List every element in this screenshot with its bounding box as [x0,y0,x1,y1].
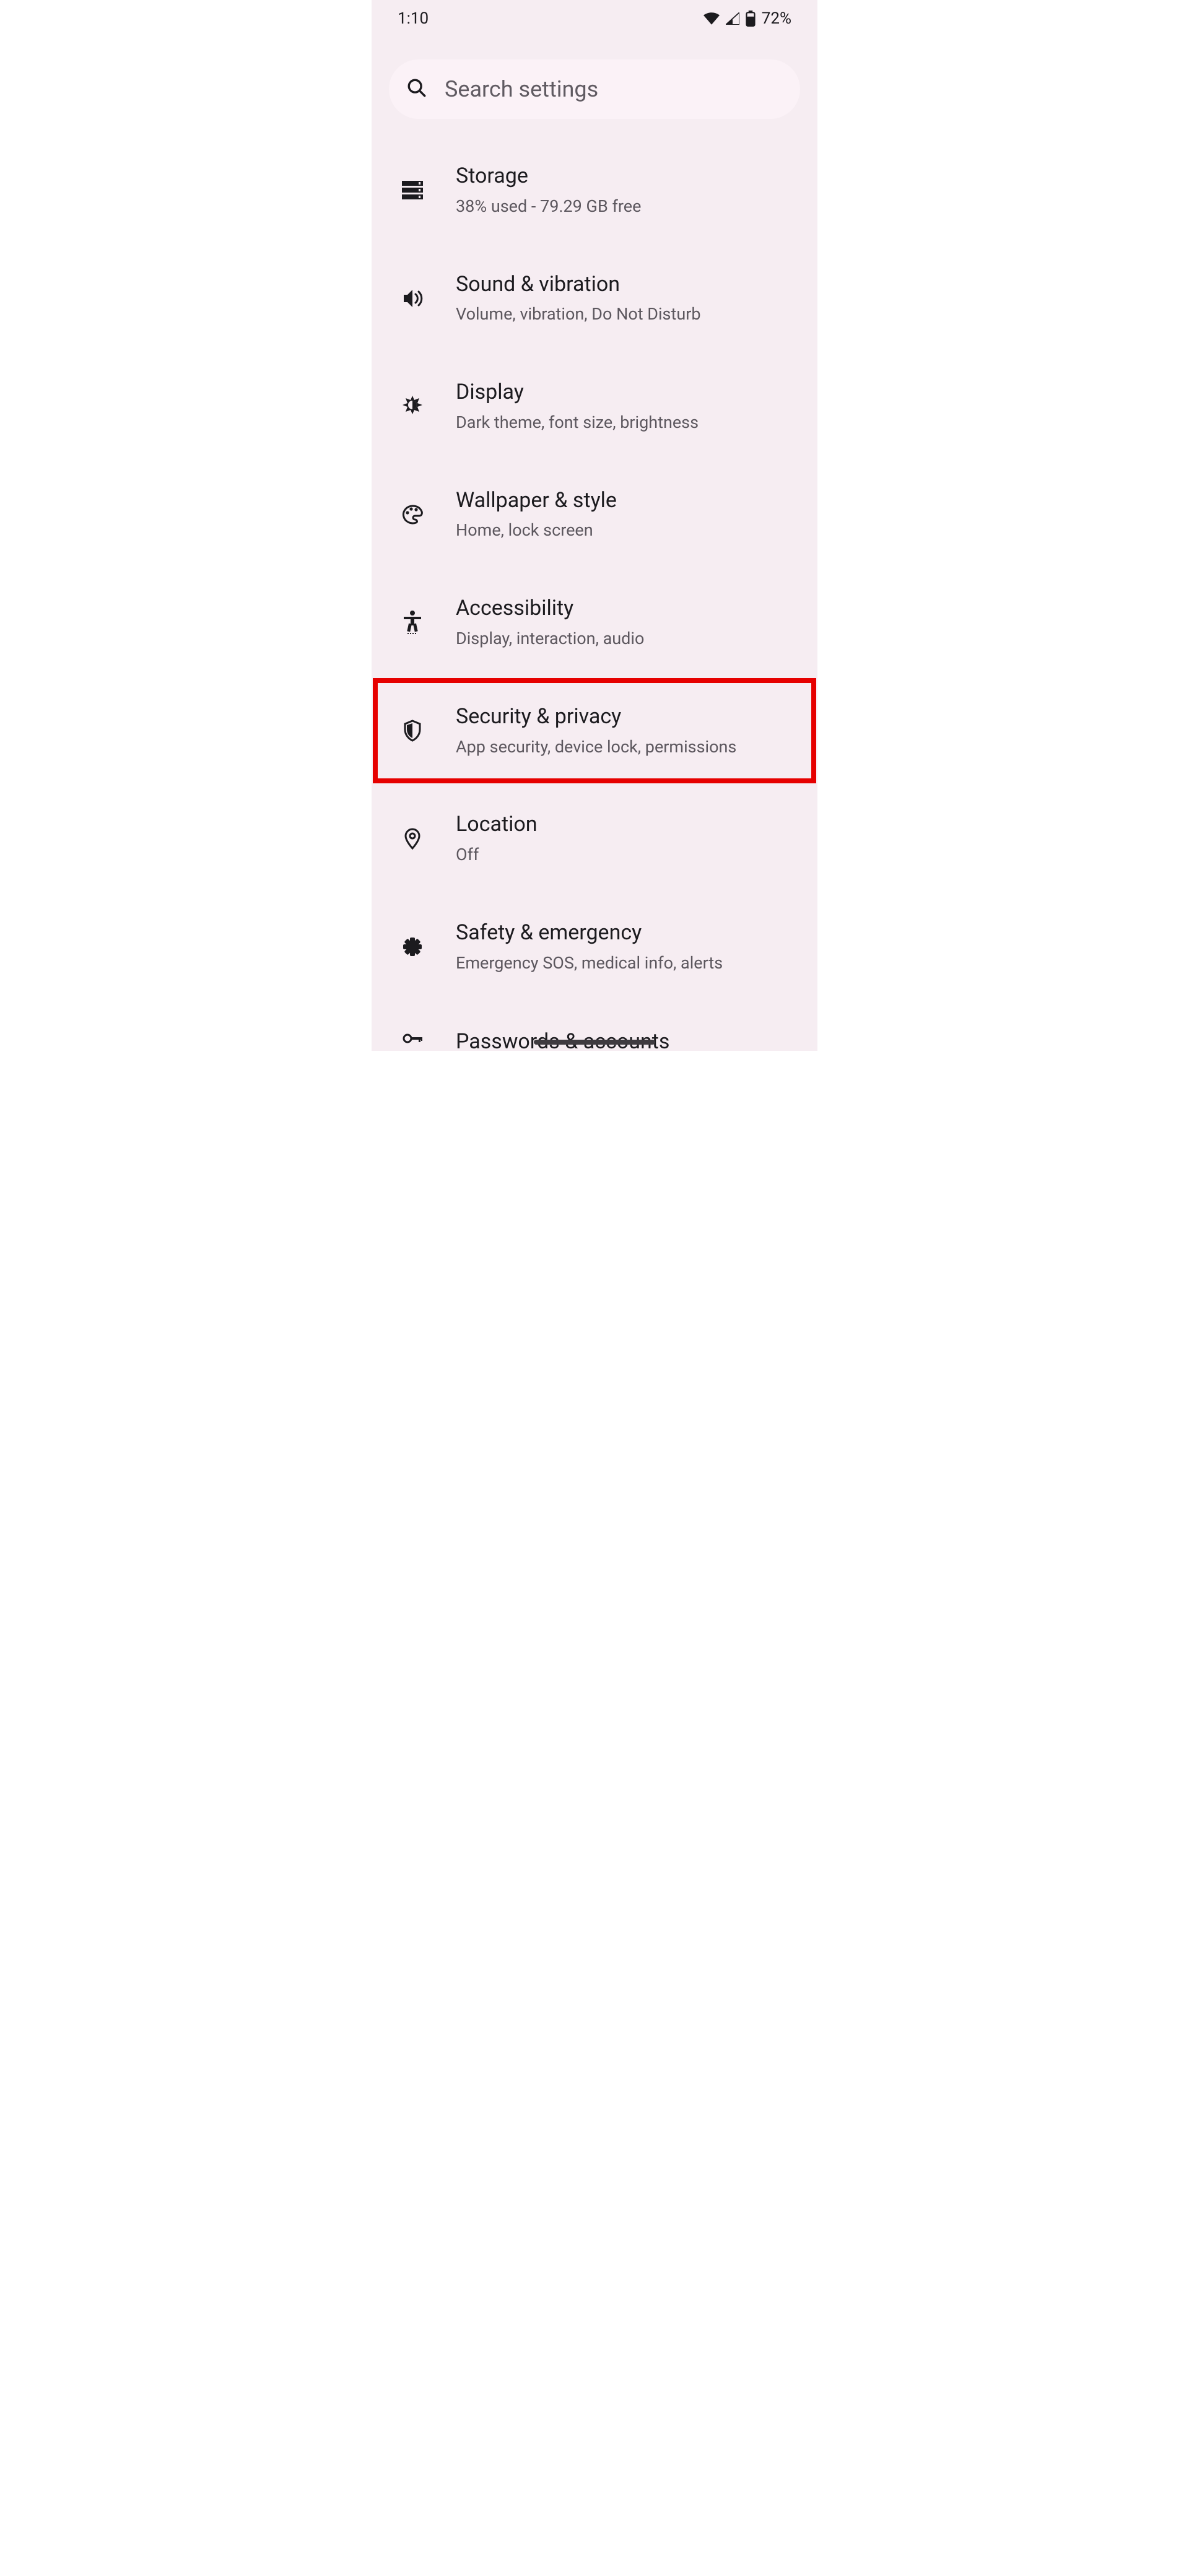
status-right: 72% [703,9,791,28]
accessibility-icon [393,610,432,635]
settings-item-wallpaper[interactable]: Wallpaper & style Home, lock screen [372,461,817,569]
settings-item-title: Wallpaper & style [456,488,617,513]
status-battery-text: 72% [762,9,791,28]
settings-item-subtitle: Display, interaction, audio [456,629,644,650]
battery-icon [746,11,756,27]
settings-item-safety[interactable]: Safety & emergency Emergency SOS, medica… [372,893,817,1001]
location-icon [393,827,432,851]
settings-item-display[interactable]: Display Dark theme, font size, brightnes… [372,352,817,461]
search-settings[interactable]: Search settings [389,59,800,119]
wifi-icon [703,12,720,25]
medical-icon [393,936,432,957]
settings-item-sound[interactable]: Sound & vibration Volume, vibration, Do … [372,245,817,353]
settings-item-subtitle: Dark theme, font size, brightness [456,412,699,433]
settings-item-subtitle: Emergency SOS, medical info, alerts [456,953,723,974]
settings-item-subtitle: Off [456,845,538,866]
settings-item-title: Safety & emergency [456,920,723,946]
settings-item-location[interactable]: Location Off [372,785,817,893]
cellular-icon [726,12,739,25]
sound-icon [393,288,432,309]
search-icon [406,77,427,101]
settings-item-subtitle: App security, device lock, permissions [456,737,736,758]
settings-item-storage[interactable]: Storage 38% used - 79.29 GB free [372,136,817,245]
shield-icon [393,720,432,742]
gesture-nav-bar[interactable] [534,1040,655,1045]
settings-list: Storage 38% used - 79.29 GB free Sound &… [372,136,817,1051]
display-icon [393,394,432,418]
palette-icon [393,504,432,525]
settings-item-title: Display [456,380,699,405]
status-time: 1:10 [398,9,429,28]
status-bar: 1:10 72% [372,0,817,37]
settings-item-title: Location [456,812,538,837]
settings-item-accessibility[interactable]: Accessibility Display, interaction, audi… [372,568,817,677]
settings-item-title: Sound & vibration [456,272,701,297]
settings-item-subtitle: Volume, vibration, Do Not Disturb [456,304,701,325]
key-icon [393,1032,432,1045]
settings-item-title: Storage [456,163,641,189]
settings-item-title: Security & privacy [456,704,736,729]
search-placeholder: Search settings [445,76,598,102]
settings-item-security[interactable]: Security & privacy App security, device … [372,677,817,785]
phone-screen: 1:10 72% [372,0,817,1051]
settings-item-title: Accessibility [456,596,644,621]
storage-icon [393,181,432,199]
settings-item-subtitle: Home, lock screen [456,520,617,541]
settings-item-subtitle: 38% used - 79.29 GB free [456,196,641,217]
